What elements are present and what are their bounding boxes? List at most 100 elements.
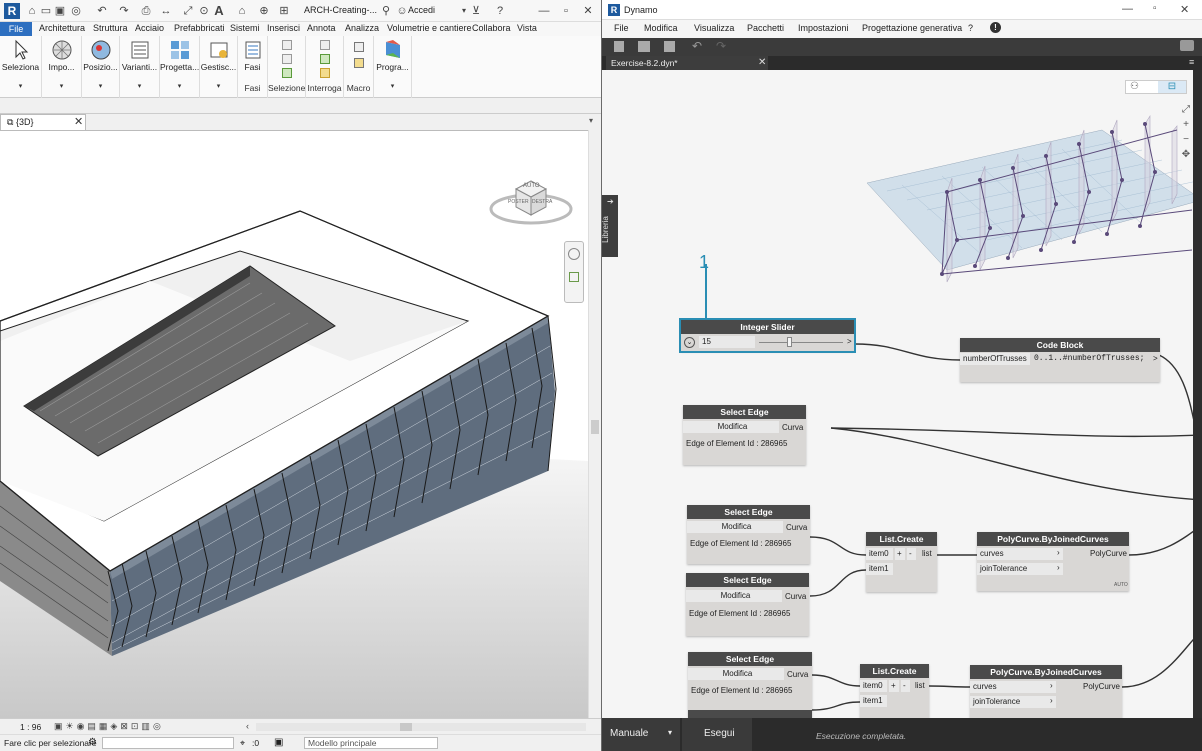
zoom-in-icon[interactable]: + <box>1179 117 1193 132</box>
item0-port[interactable]: item0 <box>860 680 887 692</box>
file-tab[interactable]: File <box>0 22 32 36</box>
restore-icon[interactable]: ▫ <box>560 5 572 17</box>
code-text[interactable]: 0..1..#numberOfTrusses; <box>1034 354 1144 363</box>
phases-button[interactable]: Fasi Fasi <box>238 36 268 98</box>
menu-visualizza[interactable]: Visualizza <box>694 23 734 33</box>
dynamo-canvas[interactable]: 1 ⚇ ⊟ ⤢ + − ✥ Integer Slider ⌄ 15 > Code… <box>602 70 1193 718</box>
undo-icon[interactable]: ↶ <box>96 5 108 17</box>
tab-volumetrie[interactable]: Volumetrie e cantiere <box>387 23 472 33</box>
slider-thumb[interactable] <box>787 337 792 347</box>
view-tab-close-icon[interactable]: ✕ <box>74 115 83 128</box>
position-button[interactable]: Posizio... ▾ <box>82 36 120 98</box>
new-file-icon[interactable] <box>614 41 624 52</box>
sync-icon[interactable]: ◎ <box>70 5 82 17</box>
select-edge-node[interactable]: Select Edge Modifica Curva Edge of Eleme… <box>683 405 806 465</box>
tab-architettura[interactable]: Architettura <box>39 23 85 33</box>
run-button[interactable]: Esegui <box>682 718 752 751</box>
code-output[interactable]: > <box>1153 354 1158 363</box>
list-output[interactable]: list <box>922 549 932 558</box>
slider-output[interactable]: > <box>847 337 852 346</box>
modify-button[interactable]: Modifica <box>686 590 782 602</box>
list-create-node[interactable]: List.Create item0 + - list item1 <box>860 664 929 718</box>
search-icon[interactable]: ⚲ <box>380 5 392 17</box>
align-icon[interactable]: ⤢ <box>182 5 194 17</box>
canvas-scrollbar[interactable] <box>1193 70 1202 718</box>
item0-port[interactable]: item0 <box>866 548 893 560</box>
close-views-icon[interactable]: ⊞ <box>278 5 290 17</box>
text-icon[interactable]: A <box>213 4 225 17</box>
curve-output[interactable]: Curva <box>782 423 803 432</box>
design-option-dropdown[interactable]: Modello principale <box>304 737 438 749</box>
programming-button[interactable]: Progra... ▾ <box>374 36 412 98</box>
viewport-scrollbar[interactable] <box>588 130 601 718</box>
signin-dropdown-icon[interactable]: ▾ <box>458 5 470 17</box>
curve-output[interactable]: Curva <box>787 670 808 679</box>
view-tabs-menu-icon[interactable]: ▾ <box>589 116 593 125</box>
code-block-node[interactable]: Code Block numberOfTrusses 0..1..#number… <box>960 338 1160 382</box>
cart-icon[interactable]: ⊻ <box>470 5 482 17</box>
remove-input-button[interactable]: - <box>907 548 916 560</box>
polycurve-output[interactable]: PolyCurve <box>1083 682 1120 691</box>
steering-wheel-icon[interactable] <box>568 248 580 260</box>
modify-button[interactable]: Modifica <box>687 521 783 533</box>
notification-icon[interactable]: ! <box>990 22 1001 33</box>
select-edge-node[interactable]: Select Edge Modifica Curva Edge of Eleme… <box>688 652 812 718</box>
zoom-out-icon[interactable]: − <box>1179 132 1193 147</box>
impo-button[interactable]: Impo... ▾ <box>42 36 82 98</box>
revit-3d-viewport[interactable]: AUTO POSTER DESTRA <box>0 130 588 718</box>
tab-acciaio[interactable]: Acciaio <box>135 23 164 33</box>
selection-panel[interactable]: Selezione <box>268 36 306 98</box>
camera-icon[interactable] <box>1180 40 1194 51</box>
scroll-thumb[interactable] <box>591 420 599 434</box>
menu-modifica[interactable]: Modifica <box>644 23 678 33</box>
3d-view-icon[interactable]: ⌂ <box>236 5 248 17</box>
menu-file[interactable]: File <box>614 23 629 33</box>
scroll-left-icon[interactable]: ‹ <box>246 721 249 731</box>
integer-slider-node[interactable]: Integer Slider ⌄ 15 > <box>679 318 856 353</box>
design-option-icon[interactable]: ▣ <box>274 737 283 748</box>
print-icon[interactable]: ⎙ <box>140 5 152 17</box>
menu-impostazioni[interactable]: Impostazioni <box>798 23 849 33</box>
modify-button[interactable]: Modifica <box>688 668 784 680</box>
redo-icon[interactable]: ↷ <box>716 39 726 53</box>
polycurve-node[interactable]: PolyCurve.ByJoinedCurves curves › PolyCu… <box>977 532 1129 591</box>
add-input-button[interactable]: + <box>895 548 905 560</box>
library-toggle[interactable]: ➔ Libreria <box>602 195 618 257</box>
revit-logo[interactable]: R <box>4 3 20 19</box>
run-mode-dropdown[interactable]: Manuale ▾ <box>602 718 680 751</box>
tab-struttura[interactable]: Struttura <box>93 23 128 33</box>
slider-expand-icon[interactable]: ⌄ <box>684 337 695 348</box>
tab-analizza[interactable]: Analizza <box>345 23 379 33</box>
horizontal-scrollbar[interactable] <box>256 723 586 731</box>
tab-prefabbricati[interactable]: Prefabbricati <box>174 23 225 33</box>
open-icon[interactable]: ▭ <box>40 5 52 17</box>
polycurve-node[interactable]: PolyCurve.ByJoinedCurves curves › PolyCu… <box>970 665 1122 718</box>
open-file-icon[interactable] <box>638 41 650 52</box>
measure-icon[interactable]: ↔ <box>160 5 172 17</box>
signin-label[interactable]: Accedi <box>408 5 435 15</box>
manage-button[interactable]: Gestisc... ▾ <box>200 36 238 98</box>
save-icon[interactable]: ▣ <box>54 5 66 17</box>
slider-value[interactable]: 15 <box>699 336 755 348</box>
slider-track[interactable] <box>759 342 843 343</box>
workset-dropdown[interactable] <box>102 737 234 749</box>
tab-inserisci[interactable]: Inserisci <box>267 23 300 33</box>
restore-icon[interactable]: ▫ <box>1153 3 1157 14</box>
zoom-region-icon[interactable] <box>569 272 579 282</box>
curves-port[interactable]: curves <box>977 548 1063 560</box>
jointolerance-port[interactable]: joinTolerance <box>970 696 1056 708</box>
jointolerance-port[interactable]: joinTolerance <box>977 563 1063 575</box>
inquiry-panel[interactable]: Interroga <box>306 36 344 98</box>
tab-exercise[interactable]: Exercise-8.2.dyn* <box>606 56 768 70</box>
tab-vista[interactable]: Vista <box>517 23 537 33</box>
menu-pacchetti[interactable]: Pacchetti <box>747 23 784 33</box>
design-button[interactable]: Progetta... ▾ <box>160 36 200 98</box>
remove-input-button[interactable]: - <box>901 680 910 692</box>
zoom-fit-icon[interactable]: ⤢ <box>1179 102 1193 117</box>
view-scale[interactable]: 1 : 96 <box>20 722 41 732</box>
redo-icon[interactable]: ↷ <box>118 5 130 17</box>
tab-sistemi[interactable]: Sistemi <box>230 23 260 33</box>
tab-close-icon[interactable]: ✕ <box>758 57 766 68</box>
variants-button[interactable]: Varianti... ▾ <box>120 36 160 98</box>
close-icon[interactable]: ✕ <box>582 5 594 17</box>
